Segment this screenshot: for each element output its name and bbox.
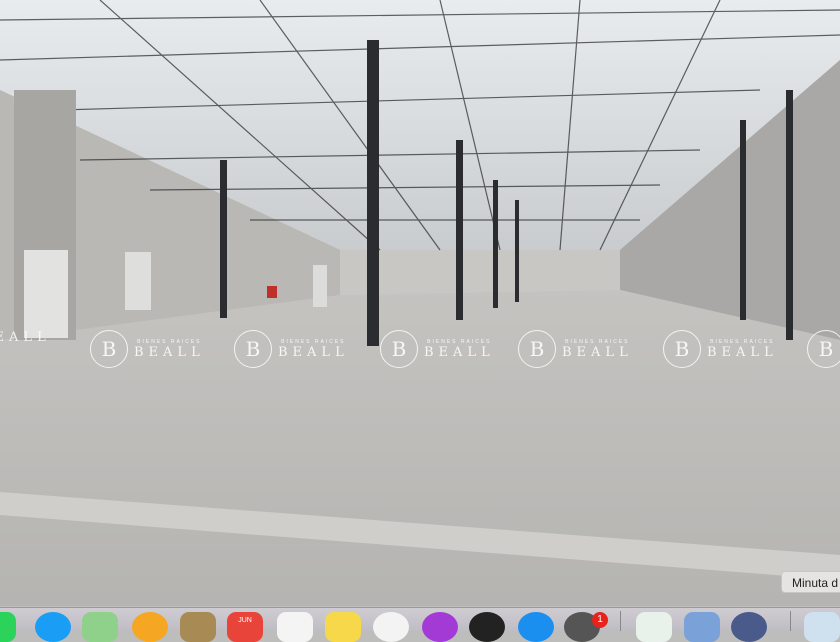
watermark: B BIENES RAICES BEALL [90,330,205,368]
calendar-month: JUN [238,617,252,624]
watermark-brand: BEALL [424,344,495,360]
reminders-icon[interactable] [277,612,313,642]
notification-badge: 1 [592,612,608,628]
watermark-brand: BEALL [134,344,205,360]
watermark: B BIENES RAICES BEALL [380,330,495,368]
numbers-icon[interactable] [636,612,672,642]
maps-icon[interactable] [82,612,118,642]
screenshot-icon[interactable] [731,612,767,642]
music-icon[interactable] [373,612,409,642]
photos-icon[interactable] [132,612,168,642]
roll-up-door [24,250,68,338]
watermark-logo: B [663,330,701,368]
watermark-logo: B [518,330,556,368]
dock [0,607,840,642]
watermark: BEALL [0,330,51,345]
podcasts-icon[interactable] [422,612,458,642]
watermark-brand: BEALL [278,344,349,360]
trash-icon[interactable] [804,612,840,642]
dock-separator [790,611,791,631]
facetime-icon[interactable] [0,612,16,642]
app-store-icon[interactable] [518,612,554,642]
tv-icon[interactable] [469,612,505,642]
watermark: B BIENES RAICES BEALL [518,330,633,368]
watermark-logo: B [90,330,128,368]
watermark-logo: B [234,330,272,368]
watermark-brand: BEALL [0,330,51,345]
dock-tooltip: Minuta d [781,571,840,593]
watermark: B BIENES RAICES BEALL [234,330,349,368]
watermark-logo: B [807,330,840,368]
preview-icon[interactable] [684,612,720,642]
watermark: B [807,330,840,368]
watermark-brand: BEALL [562,344,633,360]
safari-icon[interactable] [35,612,71,642]
dock-separator [620,611,621,631]
warehouse-photo [0,0,840,606]
watermark: B BIENES RAICES BEALL [663,330,778,368]
notes-icon[interactable] [325,612,361,642]
contacts-icon[interactable] [180,612,216,642]
watermark-brand: BEALL [707,344,778,360]
roll-up-door [125,252,151,310]
watermark-logo: B [380,330,418,368]
